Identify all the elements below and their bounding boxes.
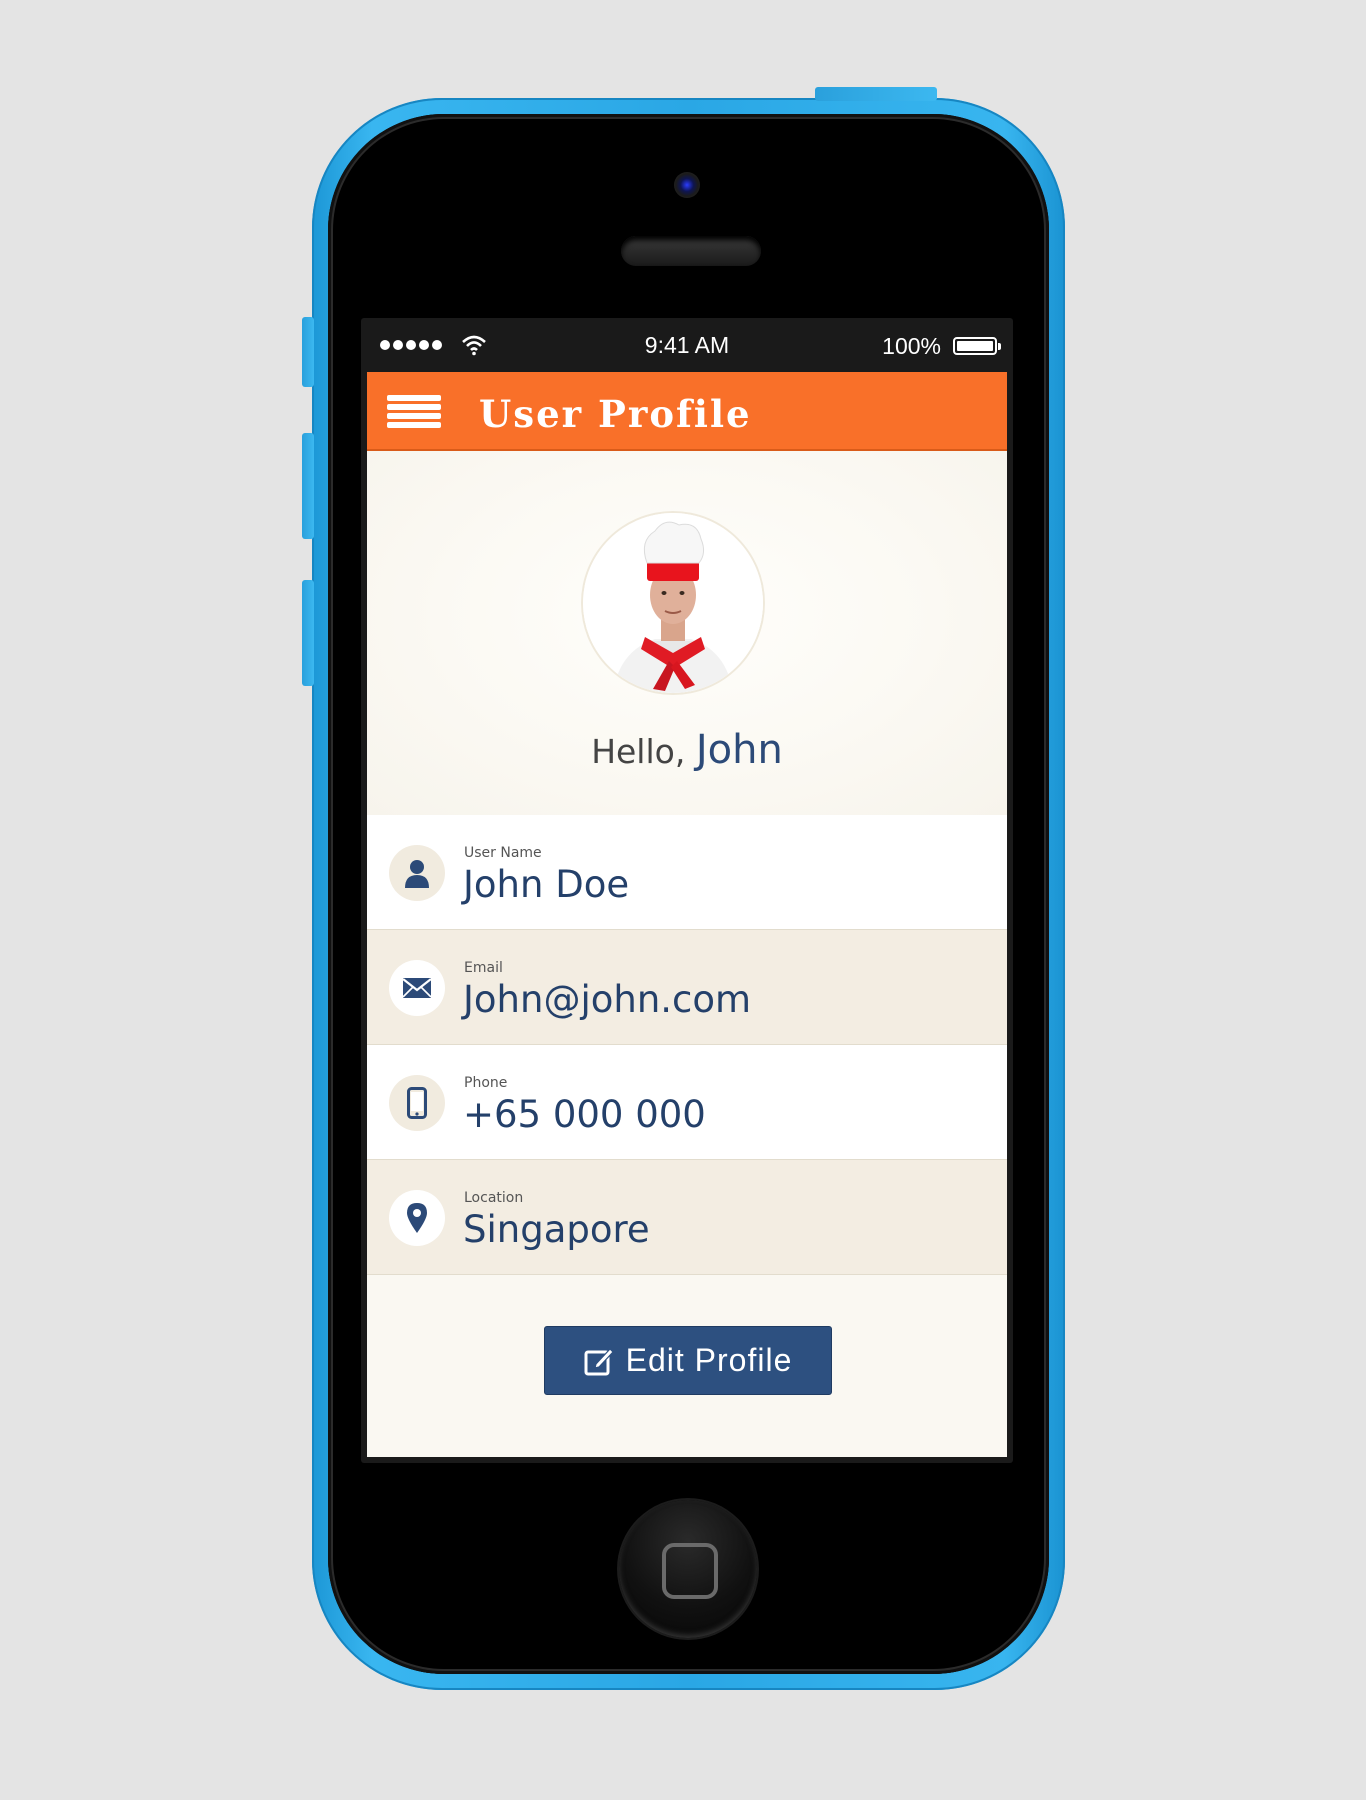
page-title: User Profile xyxy=(479,392,752,436)
avatar xyxy=(583,513,763,693)
edit-profile-button[interactable]: Edit Profile xyxy=(544,1326,832,1395)
field-value: John@john.com xyxy=(463,978,752,1021)
greeting-prefix: Hello, xyxy=(591,732,686,771)
mute-switch xyxy=(302,317,314,387)
field-label: Location xyxy=(464,1190,524,1206)
field-row-location[interactable]: Location Singapore xyxy=(367,1160,1007,1275)
home-button[interactable] xyxy=(619,1500,757,1638)
edit-icon xyxy=(584,1347,614,1375)
field-row-phone[interactable]: Phone +65 000 000 xyxy=(367,1045,1007,1160)
field-value: +65 000 000 xyxy=(463,1093,706,1136)
profile-header: Hello, John xyxy=(367,451,1007,815)
battery-percent: 100% xyxy=(882,333,941,359)
greeting-name: John xyxy=(695,727,783,773)
app-content: User Profile Hello, John User Name John … xyxy=(367,372,1007,1457)
field-row-email[interactable]: Email John@john.com xyxy=(367,930,1007,1045)
field-label: Phone xyxy=(464,1075,508,1091)
screen: 9:41 AM 100% User Profile Hello, John Us… xyxy=(361,318,1013,1463)
field-value: John Doe xyxy=(463,863,630,906)
status-bar: 9:41 AM 100% xyxy=(361,318,1013,370)
power-button xyxy=(815,87,937,101)
location-pin-icon xyxy=(389,1190,445,1246)
home-square-icon xyxy=(662,1543,718,1599)
greeting: Hello, John xyxy=(367,727,1007,773)
field-row-username[interactable]: User Name John Doe xyxy=(367,815,1007,930)
chef-avatar-image xyxy=(583,513,763,693)
user-icon xyxy=(389,845,445,901)
earpiece-speaker xyxy=(620,236,761,266)
front-camera xyxy=(673,172,700,198)
envelope-icon xyxy=(389,960,445,1016)
field-label: User Name xyxy=(464,845,542,861)
hamburger-menu-icon[interactable] xyxy=(387,395,441,429)
volume-down-button xyxy=(302,580,314,686)
volume-up-button xyxy=(302,433,314,539)
edit-profile-label: Edit Profile xyxy=(625,1342,793,1378)
field-label: Email xyxy=(464,960,503,976)
battery-icon xyxy=(953,337,1001,355)
phone-icon xyxy=(389,1075,445,1131)
app-bar: User Profile xyxy=(367,372,1007,451)
field-value: Singapore xyxy=(463,1208,650,1251)
